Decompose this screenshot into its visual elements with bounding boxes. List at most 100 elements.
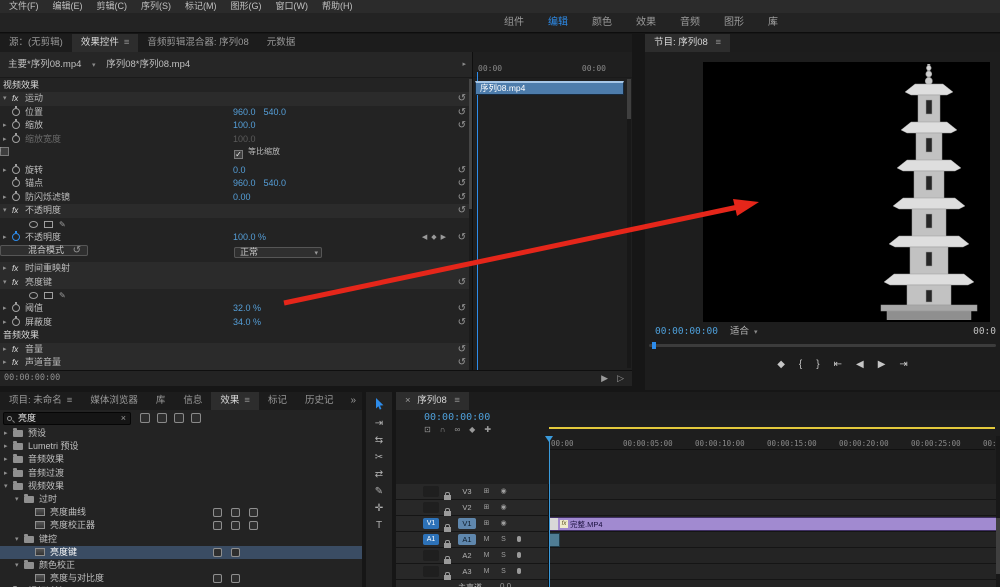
chevron-down-icon[interactable]: ▾ <box>92 62 96 69</box>
program-scrubber[interactable] <box>649 342 996 349</box>
param-value[interactable]: 960.0 <box>233 106 256 119</box>
param-value[interactable]: 100.0 <box>233 119 256 132</box>
effects-bin[interactable]: ▸ 音频效果 <box>0 453 362 466</box>
audio-track-lane[interactable] <box>549 548 1000 563</box>
solo-button[interactable]: S <box>498 566 509 577</box>
effects-bin[interactable]: ▸ 音频过渡 <box>0 467 362 480</box>
stopwatch-icon[interactable] <box>12 230 20 241</box>
scrubber-track[interactable] <box>649 344 996 347</box>
program-timecode[interactable]: 00:00:00:00 <box>655 324 718 340</box>
voiceover-record-icon[interactable] <box>513 534 524 545</box>
source-patch[interactable]: A1 <box>423 534 439 545</box>
effect-controls-tab[interactable]: 元数据 <box>258 34 305 52</box>
effect-item[interactable]: 亮度与对比度 <box>0 572 362 585</box>
mark-out-button[interactable]: } <box>816 354 819 376</box>
effects-search-input[interactable]: 亮度 × <box>3 412 131 425</box>
project-tab[interactable]: 标记 <box>259 392 296 410</box>
twirl-open-icon[interactable]: ▾ <box>15 559 24 572</box>
effects-bin[interactable]: ▾ 过时 <box>0 493 362 506</box>
audio-track-lane[interactable] <box>549 564 1000 579</box>
effect-controls-mini-timeline[interactable]: 00:00 00:00 序列08.mp4 <box>472 52 632 370</box>
source-patch[interactable] <box>423 486 439 497</box>
reset-icon[interactable]: ↺ <box>458 276 466 289</box>
effects-bin[interactable]: ▸ Lumetri 预设 <box>0 440 362 453</box>
mini-playhead[interactable] <box>477 72 478 370</box>
twirl-closed-icon[interactable]: ▸ <box>3 316 12 329</box>
twirl-closed-icon[interactable]: ▸ <box>4 467 13 480</box>
stopwatch-icon[interactable] <box>12 315 20 326</box>
effect-controls-tab[interactable]: 效果控件 ≡ <box>71 34 139 52</box>
twirl-open-icon[interactable]: ▾ <box>3 92 12 105</box>
effects-bin[interactable]: ▾ 颜色校正 <box>0 559 362 572</box>
twirl-open-icon[interactable]: ▾ <box>3 204 12 217</box>
twirl-closed-icon[interactable]: ▸ <box>3 133 12 146</box>
stopwatch-icon[interactable] <box>12 105 20 116</box>
track-select-forward-tool[interactable]: ⇥ <box>366 415 392 432</box>
workspace-tab[interactable]: 效果 <box>624 13 668 32</box>
tab-program-monitor[interactable]: 节目: 序列08 ≡ <box>645 34 731 52</box>
twirl-closed-icon[interactable]: ▸ <box>3 231 12 244</box>
param-value[interactable]: 0.0 <box>233 164 246 177</box>
panel-menu-icon[interactable]: ≡ <box>124 37 130 48</box>
stopwatch-icon[interactable] <box>12 190 20 201</box>
blend-mode-select[interactable]: 正常 ▾ <box>234 247 322 259</box>
twirl-open-icon[interactable]: ▾ <box>3 276 12 289</box>
menu-item[interactable]: 窗口(W) <box>269 1 316 11</box>
reset-icon[interactable]: ↺ <box>73 246 81 256</box>
mini-timeline-clip[interactable]: 序列08.mp4 <box>475 81 624 95</box>
yuv-effects-filter-icon[interactable] <box>174 413 184 423</box>
track-name[interactable]: A3 <box>458 566 476 577</box>
track-name[interactable]: V2 <box>458 502 476 513</box>
scrubber-playhead[interactable] <box>652 342 656 349</box>
add-marker-button[interactable]: ◆ <box>777 354 785 376</box>
sync-lock-icon[interactable]: ⊞ <box>481 486 492 497</box>
workspace-tab[interactable]: 图形 <box>712 13 756 32</box>
pen-tool[interactable]: ✎ <box>366 483 392 500</box>
effect-item[interactable]: 亮度键 <box>0 545 362 559</box>
param-value[interactable]: 540.0 <box>264 177 287 190</box>
mute-button[interactable]: M <box>481 550 492 561</box>
effects-bin[interactable]: ▾ 视频效果 <box>0 480 362 493</box>
reset-icon[interactable]: ↺ <box>458 343 466 356</box>
track-name[interactable]: A1 <box>458 534 476 545</box>
reset-icon[interactable]: ↺ <box>458 177 466 190</box>
reset-icon[interactable]: ↺ <box>458 316 466 329</box>
twirl-open-icon[interactable]: ▾ <box>4 480 13 493</box>
track-name[interactable]: V3 <box>458 486 476 497</box>
audio-clip[interactable] <box>549 533 560 547</box>
add-keyframe-icon[interactable]: ◆ <box>431 234 436 241</box>
close-icon[interactable]: × <box>405 395 411 406</box>
voiceover-record-icon[interactable] <box>513 566 524 577</box>
param-value[interactable]: 100.0 % <box>233 231 266 244</box>
twirl-open-icon[interactable]: ▾ <box>15 493 24 506</box>
sync-lock-icon[interactable]: ⊞ <box>481 502 492 513</box>
timeline-playhead[interactable] <box>545 436 553 587</box>
project-tab[interactable]: 库 <box>147 392 175 410</box>
timeline-clip[interactable]: fx 完整.MP4 <box>549 517 997 531</box>
reset-icon[interactable]: ↺ <box>458 302 466 315</box>
timeline-scrollbar[interactable] <box>996 436 1000 587</box>
rect-mask-icon[interactable] <box>44 292 53 300</box>
panel-menu-icon[interactable]: ≡ <box>716 37 722 48</box>
menu-item[interactable]: 剪辑(C) <box>90 1 135 11</box>
ellipse-mask-icon[interactable] <box>29 292 38 300</box>
effects-bin[interactable]: ▾ 键控 <box>0 533 362 546</box>
workspace-tab[interactable]: 颜色 <box>580 13 624 32</box>
tab-sequence[interactable]: × 序列08 ≡ <box>396 392 469 410</box>
menu-item[interactable]: 编辑(E) <box>46 1 90 11</box>
twirl-closed-icon[interactable]: ▸ <box>3 164 12 177</box>
workspace-tab[interactable]: 组件 <box>492 13 536 32</box>
effect-item[interactable]: 亮度曲线 <box>0 506 362 519</box>
video-track-lane[interactable] <box>549 500 1000 515</box>
param-value[interactable]: 960.0 <box>233 177 256 190</box>
twirl-closed-icon[interactable]: ▸ <box>4 427 13 440</box>
timeline-view-toggle-icon[interactable]: ▸ <box>462 52 466 78</box>
project-tab[interactable]: 信息 <box>174 392 211 410</box>
source-patch[interactable]: V1 <box>423 518 439 529</box>
new-custom-bin-icon[interactable] <box>191 413 201 423</box>
mark-in-button[interactable]: { <box>799 354 802 376</box>
reset-icon[interactable]: ↺ <box>458 204 466 217</box>
track-output-eye-icon[interactable]: ◉ <box>498 486 509 497</box>
project-tab[interactable]: 媒体浏览器 <box>81 392 147 410</box>
step-back-button[interactable]: ◀ <box>856 354 864 376</box>
